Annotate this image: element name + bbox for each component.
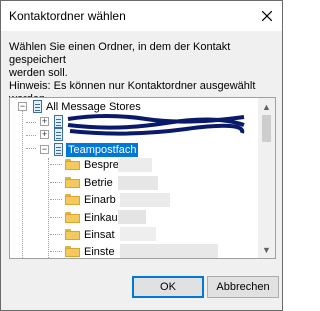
tree-node-label: Betrie (84, 176, 113, 189)
tree-node-label: Bespre (84, 158, 119, 171)
scroll-down-button[interactable]: ▼ (258, 241, 275, 258)
tree-connector (50, 251, 62, 252)
redaction-block (120, 244, 218, 258)
redaction-block (120, 193, 170, 207)
tree-node-folder[interactable]: Einkau (65, 209, 118, 226)
tree-connector (50, 234, 62, 235)
ok-button[interactable]: OK (132, 276, 204, 298)
chevron-down-icon: ▼ (262, 244, 271, 255)
chevron-up-icon: ▲ (262, 101, 271, 112)
folder-icon (65, 159, 80, 170)
redaction-block (118, 176, 158, 190)
expand-toggle[interactable]: + (40, 130, 49, 139)
tree-node-label: Teampostfach (66, 142, 139, 157)
tree-node-folder[interactable]: Betrie (65, 174, 113, 191)
tree-connector (50, 217, 62, 218)
title-bar: Kontaktordner wählen (1, 1, 282, 31)
cancel-button[interactable]: Abbrechen (207, 276, 279, 298)
description-line: werden soll. (9, 67, 68, 79)
tree-node-label: Einarb (84, 193, 116, 206)
redaction-block (118, 210, 146, 224)
tree-connector (26, 135, 36, 136)
folder-icon (65, 246, 80, 257)
tree-connector (50, 164, 62, 165)
folder-icon (65, 177, 80, 188)
tree-node-folder[interactable]: Einsat (65, 226, 115, 243)
message-store-icon (33, 100, 42, 113)
tree-connector (26, 148, 36, 149)
tree-connector (50, 199, 62, 200)
tree-connector (22, 110, 23, 258)
dialog-window: Kontaktordner wählen Wählen Sie einen Or… (0, 0, 283, 311)
description-line: Wählen Sie einen Ordner, in dem der Kont… (9, 41, 231, 66)
dialog-title: Kontaktordner wählen (9, 9, 126, 23)
collapse-toggle[interactable]: − (18, 102, 27, 111)
scroll-up-button[interactable]: ▲ (258, 98, 275, 115)
tree-connector (26, 122, 36, 123)
folder-icon (65, 229, 80, 240)
folder-icon (65, 212, 80, 223)
tree-node-label: Einste (84, 245, 115, 258)
tree-node-folder[interactable]: Einste (65, 243, 115, 258)
vertical-scrollbar[interactable]: ▲ ▼ (258, 98, 275, 258)
redaction-block (120, 227, 156, 241)
tree-connector (50, 182, 62, 183)
tree-connector (48, 158, 49, 258)
message-store-icon (54, 143, 63, 156)
tree-node-folder[interactable]: Bespre (65, 156, 119, 173)
redaction-scribble (67, 114, 245, 136)
tree-node-folder[interactable]: Einarb (65, 191, 116, 208)
collapse-toggle[interactable]: − (40, 145, 49, 154)
redaction-block (118, 158, 152, 172)
folder-icon (65, 194, 80, 205)
close-icon (262, 11, 272, 21)
tree-node-label: Einsat (84, 228, 115, 241)
message-store-icon (54, 128, 63, 141)
description-line: Hinweis: Es können nur Kontaktordner aus… (9, 80, 256, 92)
folder-tree[interactable]: − All Message Stores + + − Teampostfach … (9, 97, 276, 259)
expand-toggle[interactable]: + (40, 117, 49, 126)
close-button[interactable] (252, 1, 282, 31)
scrollbar-thumb[interactable] (262, 115, 271, 142)
tree-node-label: Einkau (84, 211, 118, 224)
